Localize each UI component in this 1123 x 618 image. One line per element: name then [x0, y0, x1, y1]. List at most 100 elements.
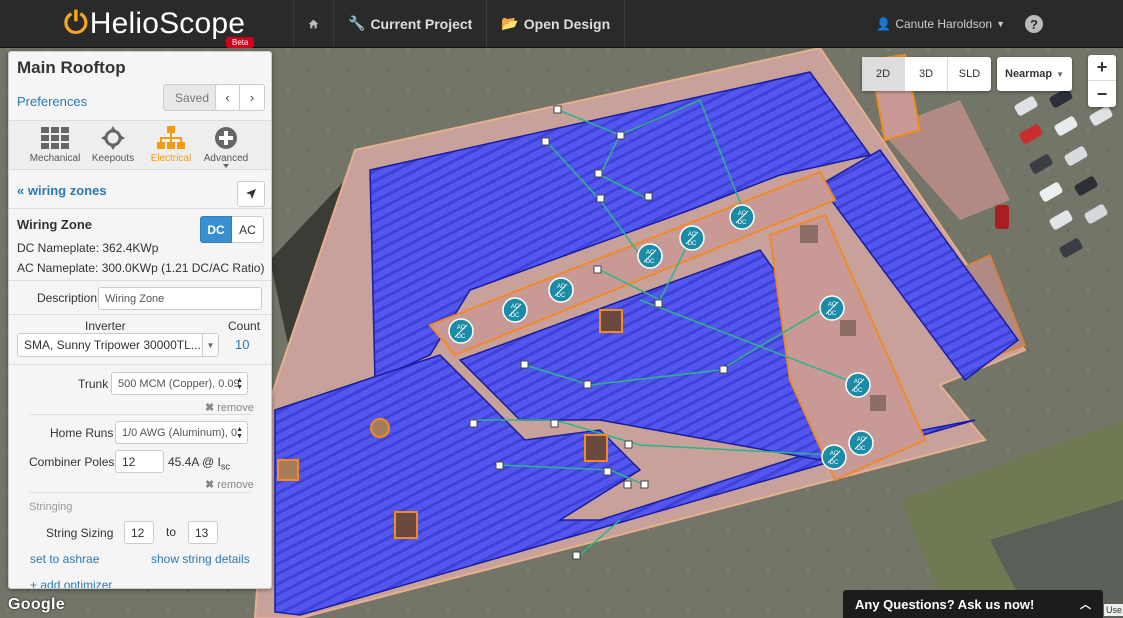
view-2d-button[interactable]: 2D [862, 57, 905, 91]
wiring-zone-title: Wiring Zone [17, 217, 92, 232]
add-optimizer-link[interactable]: + add optimizer [30, 578, 112, 588]
tab-keepouts[interactable]: Keepouts [85, 123, 141, 164]
dc-ac-toggle: DC AC [200, 216, 264, 243]
wiring-zones-link[interactable]: « wiring zones [17, 183, 107, 198]
trunk-remove-link[interactable]: ✖ remove [205, 401, 254, 414]
inverter-icon: ACDC [448, 318, 474, 344]
divider [9, 364, 271, 365]
svg-text:DC: DC [646, 259, 655, 265]
beta-badge: Beta [226, 37, 255, 48]
set-ashrae-link[interactable]: set to ashrae [30, 552, 99, 566]
inverter-count[interactable]: 10 [235, 337, 249, 352]
divider [9, 280, 271, 281]
preferences-link[interactable]: Preferences [17, 94, 87, 109]
combiner-current-value: 45.4A @ I [168, 455, 221, 469]
svg-text:DC: DC [738, 220, 747, 226]
terms-link[interactable]: Use [1104, 604, 1123, 616]
design-panel: Main Rooftop Preferences Saved ‹ › Mecha… [8, 51, 272, 589]
inverter-select[interactable]: SMA, Sunny Tripower 30000TL... ▼ [17, 333, 219, 357]
grid-icon [27, 123, 83, 153]
chevron-down-icon: ▼ [996, 18, 1005, 29]
undo-button[interactable]: ‹ [215, 84, 240, 111]
ac-button[interactable]: AC [232, 216, 264, 243]
help-button[interactable]: ? [1025, 15, 1043, 33]
view-3d-button[interactable]: 3D [905, 57, 948, 91]
user-icon: 👤 [876, 16, 892, 31]
open-design-label: Open Design [523, 15, 611, 32]
divider [9, 314, 271, 315]
description-label: Description [37, 291, 98, 305]
string-to-label: to [166, 525, 177, 539]
inverter-icon: ACDC [548, 277, 574, 303]
locate-button[interactable] [237, 181, 265, 207]
home-icon [308, 19, 319, 28]
tree-icon [143, 123, 199, 153]
redo-button[interactable]: › [240, 84, 265, 111]
tab-mechanical[interactable]: Mechanical [27, 123, 83, 164]
inverter-icon: ACDC [821, 444, 847, 470]
wrench-icon: 🔧 [348, 15, 366, 31]
tab-keepouts-label: Keepouts [91, 153, 135, 164]
tab-mechanical-label: Mechanical [29, 153, 81, 164]
folder-open-icon: 📂 [501, 15, 519, 31]
combiner-poles-label: Combiner Poles [29, 455, 115, 469]
current-project-label: Current Project [370, 15, 473, 32]
close-icon: ✖ [205, 402, 215, 414]
chevron-left-icon: ‹ [225, 90, 230, 105]
basemap-value: Nearmap [1005, 68, 1053, 80]
combiner-remove-label: remove [217, 479, 254, 491]
tab-electrical[interactable]: Electrical [143, 123, 199, 164]
inverter-icon: ACDC [729, 204, 755, 230]
stringing-label: Stringing [29, 501, 73, 513]
tab-advanced[interactable]: Advanced [198, 123, 254, 164]
brand-logo[interactable]: ⏻ HelioScope Beta [0, 0, 293, 48]
tab-electrical-label: Electrical [150, 153, 192, 164]
home-runs-select[interactable]: 1/0 AWG (Aluminum), 0. ▲ ▼ [115, 421, 248, 444]
inverter-icon: ACDC [845, 372, 871, 398]
trunk-label: Trunk [78, 377, 109, 391]
ac-nameplate: AC Nameplate: 300.0KWp (1.21 DC/AC Ratio… [17, 261, 265, 275]
svg-text:DC: DC [557, 293, 566, 299]
chevron-right-icon: › [249, 90, 255, 105]
trunk-select[interactable]: 500 MCM (Copper), 0.09 ▲ ▼ [111, 372, 248, 395]
svg-text:DC: DC [857, 446, 866, 452]
dc-nameplate: DC Nameplate: 362.4KWp [17, 241, 159, 255]
view-sld-button[interactable]: SLD [948, 57, 991, 91]
show-string-details-link[interactable]: show string details [151, 552, 250, 566]
current-project-link[interactable]: 🔧 Current Project [333, 0, 486, 47]
open-design-link[interactable]: 📂 Open Design [486, 0, 624, 47]
panel-title: Main Rooftop [17, 58, 126, 77]
design-tabs: Mechanical Keepouts Electrical Advanced [9, 120, 271, 170]
caret-down-icon [223, 164, 229, 168]
inverter-icon: ACDC [679, 225, 705, 251]
saved-button[interactable]: Saved [163, 84, 221, 111]
combiner-poles-input[interactable]: 12 [115, 450, 164, 473]
description-input[interactable]: Wiring Zone [98, 287, 262, 310]
svg-text:DC: DC [828, 311, 837, 317]
combiner-current-subscript: sc [220, 461, 230, 472]
basemap-select[interactable]: Nearmap ▼ [997, 57, 1072, 91]
string-min-input[interactable]: 12 [124, 521, 154, 544]
chat-widget[interactable]: Any Questions? Ask us now! ︿ [843, 590, 1103, 618]
up-down-icon: ▲ ▼ [236, 426, 243, 440]
user-menu[interactable]: 👤 Canute Haroldson ▼ [876, 0, 1005, 47]
count-label: Count [228, 319, 261, 333]
up-down-icon: ▲ ▼ [236, 377, 243, 391]
combiner-remove-link[interactable]: ✖ remove [205, 478, 254, 491]
zoom-out-button[interactable]: − [1088, 81, 1116, 107]
zoom-in-button[interactable]: + [1088, 55, 1116, 81]
home-button[interactable] [293, 0, 333, 47]
inverter-label: Inverter [85, 319, 126, 333]
inverter-icon: ACDC [637, 243, 663, 269]
home-runs-select-value: 1/0 AWG (Aluminum), 0. [122, 426, 241, 439]
power-icon: ⏻ [64, 6, 88, 40]
plus-circle-icon [198, 123, 254, 153]
trunk-select-value: 500 MCM (Copper), 0.09 [118, 377, 240, 390]
dc-button[interactable]: DC [200, 216, 232, 243]
svg-text:DC: DC [830, 460, 839, 466]
divider [29, 414, 251, 415]
google-attribution: Google [8, 596, 65, 613]
string-sizing-label: String Sizing [46, 526, 114, 540]
string-max-input[interactable]: 13 [188, 521, 218, 544]
svg-text:DC: DC [511, 313, 520, 319]
